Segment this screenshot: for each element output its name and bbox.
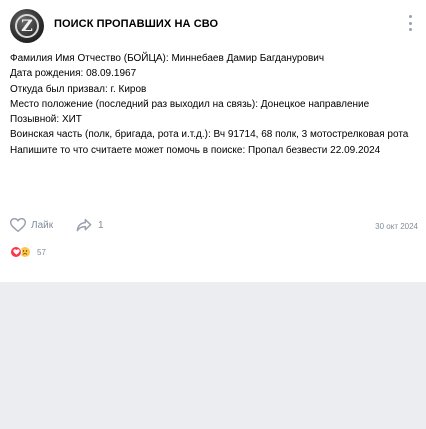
share-button[interactable]: 1 bbox=[76, 218, 104, 232]
post-date[interactable]: 30 окт 2024 bbox=[375, 222, 418, 231]
group-avatar[interactable]: Z bbox=[10, 9, 44, 43]
reaction-count: 57 bbox=[37, 247, 46, 257]
share-count: 1 bbox=[98, 219, 104, 231]
heart-reaction-icon bbox=[10, 246, 22, 258]
post-line-callsign: Позывной: ХИТ bbox=[10, 114, 82, 126]
post-actions: Лайк 1 30 окт 2024 bbox=[10, 218, 420, 236]
group-name-link[interactable]: ПОИСК ПРОПАВШИХ НА СВО bbox=[54, 18, 218, 30]
post-line-drafted-from: Откуда был призвал: г. Киров bbox=[10, 83, 147, 95]
share-arrow-icon bbox=[76, 218, 92, 232]
post-header: Z ПОИСК ПРОПАВШИХ НА СВО bbox=[10, 9, 420, 43]
reactions-summary[interactable]: 57 bbox=[10, 245, 46, 259]
post-line-birth-date: Дата рождения: 08.09.1967 bbox=[10, 68, 137, 80]
more-options-icon[interactable] bbox=[404, 15, 416, 31]
post-card: Z ПОИСК ПРОПАВШИХ НА СВО Фамилия Имя Отч… bbox=[0, 0, 426, 282]
like-label: Лайк bbox=[31, 219, 54, 231]
heart-outline-icon bbox=[10, 218, 26, 232]
post-text: Фамилия Имя Отчество (БОЙЦА): Миннебаев … bbox=[10, 52, 415, 159]
post-line-full-name: Фамилия Имя Отчество (БОЙЦА): Миннебаев … bbox=[10, 53, 325, 64]
avatar-letter-icon: Z bbox=[21, 16, 33, 35]
post-line-search-info: Напишите то что считаете может помочь в … bbox=[10, 144, 381, 156]
post-line-military-unit: Воинская часть (полк, бригада, рота и.т.… bbox=[10, 129, 409, 141]
post-line-location: Место положение (последний раз выходил н… bbox=[10, 98, 370, 110]
like-button[interactable]: Лайк bbox=[10, 218, 53, 232]
